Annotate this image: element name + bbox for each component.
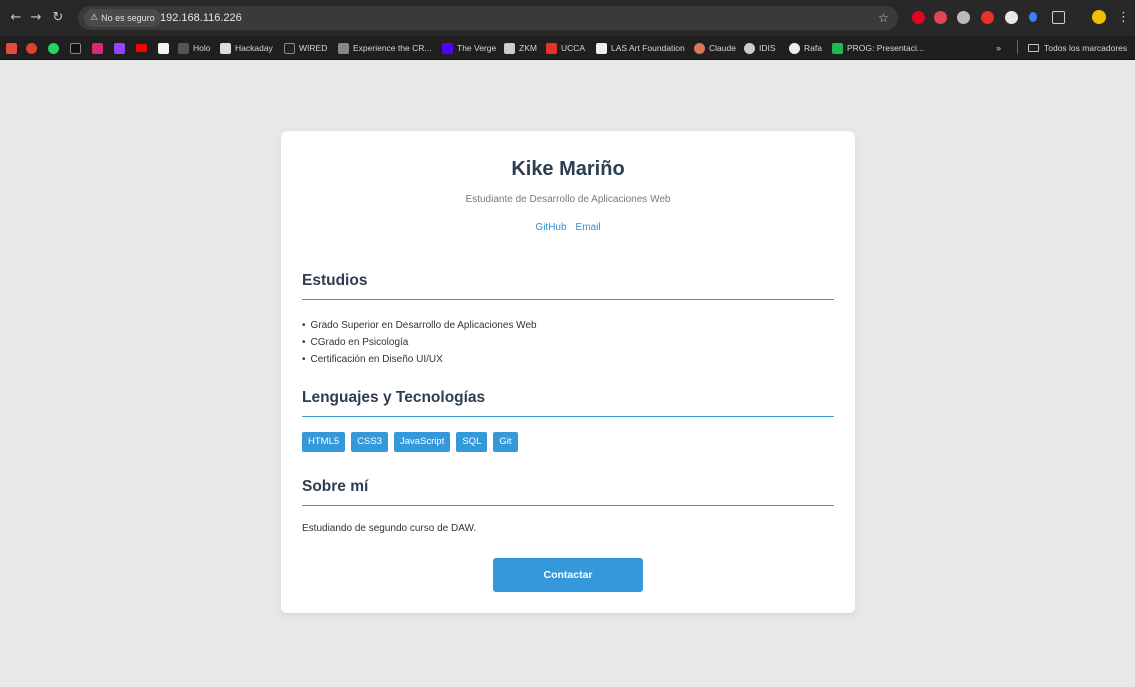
education-list: Grado Superior en Desarrollo de Aplicaci… [302,317,537,368]
wired-icon [284,42,295,54]
bookmark-label: The Verge [457,43,497,53]
bookmark-amazon[interactable] [158,40,169,56]
warning-icon: ⚠ [90,13,99,23]
bookmark-gmail[interactable] [6,40,17,56]
skills-heading: Lenguajes y Tecnologías [302,389,834,417]
x-icon [70,42,81,54]
bookmark-x[interactable] [70,40,81,56]
bookmark-zkm[interactable]: ZKM [504,40,537,56]
extension-icon[interactable] [1029,12,1037,22]
security-label: No es seguro [101,13,155,23]
bookmark-instagram[interactable] [92,40,103,56]
skill-tag: JavaScript [393,432,451,452]
las-icon [596,42,607,54]
email-link[interactable]: Email [576,222,601,233]
skill-tag: CSS3 [351,432,388,452]
skill-tag: Git [493,432,518,452]
all-bookmarks[interactable]: Todos los marcadores [1028,40,1127,56]
bookmark-label: PROG: Presentaci... [847,43,924,53]
bookmark-the-verge[interactable]: The Verge [442,40,496,56]
bookmark-label: Holo [193,43,211,53]
bookmark-las-art[interactable]: LAS Art Foundation [596,40,685,56]
whatsapp-icon [48,42,59,54]
url-text[interactable]: 192.168.116.226 [160,9,242,27]
bookmark-holo[interactable]: Holo [178,40,210,56]
ucca-icon [546,42,557,54]
profile-avatar-icon[interactable] [1092,10,1106,24]
verge-icon [442,42,453,54]
bookmark-label: Rafa [804,43,822,53]
skills-tags: HTML5 CSS3 JavaScript SQL Git [302,432,518,452]
bookmark-claude[interactable]: Claude [694,40,736,56]
gmail-icon [6,42,17,54]
back-icon[interactable]: ← [8,10,24,26]
instagram-icon [92,42,103,54]
list-item: Grado Superior en Desarrollo de Aplicaci… [302,317,537,334]
bookmark-label: UCCA [561,43,586,53]
bookmark-label: LAS Art Foundation [611,43,685,53]
bookmark-experience[interactable]: Experience the CR... [338,40,431,56]
extensions-puzzle-icon[interactable] [1052,11,1065,24]
prog-icon [832,42,843,54]
twitch-icon [114,42,125,54]
bookmark-prog[interactable]: PROG: Presentaci... [832,40,924,56]
bookmark-label: Hackaday [235,43,273,53]
more-bookmarks-icon[interactable]: » [996,40,1001,56]
bookmark-star-icon[interactable]: ☆ [878,9,889,27]
bookmark-label: Experience the CR... [353,43,432,53]
about-text: Estudiando de segundo curso de DAW. [302,523,477,534]
about-heading: Sobre mí [302,478,834,506]
bookmark-reddit[interactable] [26,40,37,56]
bookmarks-divider [1017,40,1018,54]
reddit-icon [26,42,37,54]
bookmark-label: Claude [709,43,736,53]
security-chip[interactable]: ⚠ No es seguro [84,9,161,27]
globe-icon [744,42,755,54]
bookmark-label: ZKM [519,43,537,53]
skill-tag: HTML5 [302,432,346,452]
bookmark-label: WIRED [299,43,328,53]
page-title: Kike Mariño [511,158,625,180]
list-item: CGrado en Psicología [302,334,537,351]
bookmark-youtube[interactable] [136,40,147,56]
bookmark-whatsapp[interactable] [48,40,59,56]
profile-subtitle: Estudiante de Desarrollo de Aplicaciones… [465,194,671,205]
profile-card: Kike Mariño Estudiante de Desarrollo de … [281,131,855,613]
menu-dots-icon[interactable]: ⋮ [1117,9,1130,27]
skill-tag: SQL [456,432,488,452]
amazon-icon [158,42,169,54]
forward-icon[interactable]: → [28,10,44,26]
link-icon [338,42,349,54]
github-icon [789,42,800,54]
bookmark-idis[interactable]: IDIS [744,40,776,56]
profile-links: GitHub Email [281,222,855,233]
claude-icon [694,42,705,54]
all-bookmarks-label: Todos los marcadores [1044,43,1128,53]
contact-button[interactable]: Contactar [493,558,643,592]
extension-icon[interactable] [1005,11,1018,24]
bookmark-hackaday[interactable]: Hackaday [220,40,273,56]
education-heading: Estudios [302,272,834,300]
bookmark-twitch[interactable] [114,40,125,56]
reload-icon[interactable]: ↻ [50,10,66,26]
holo-icon [178,42,189,54]
extension-icon[interactable] [934,11,947,24]
youtube-icon [136,44,147,52]
bookmarks-bar: Holo Hackaday WIRED Experience the CR...… [0,36,1135,60]
bookmark-wired[interactable]: WIRED [284,40,327,56]
folder-icon [1028,44,1039,52]
github-link[interactable]: GitHub [535,222,566,233]
zkm-icon [504,42,515,54]
pinterest-extension-icon[interactable] [912,11,925,24]
bookmark-label: IDIS [759,43,776,53]
hackaday-icon [220,42,231,54]
bookmark-rafa[interactable]: Rafa [789,40,822,56]
extension-icon[interactable] [981,11,994,24]
camera-extension-icon[interactable] [957,11,970,24]
list-item: Certificación en Diseño UI/UX [302,351,537,368]
bookmark-ucca[interactable]: UCCA [546,40,585,56]
